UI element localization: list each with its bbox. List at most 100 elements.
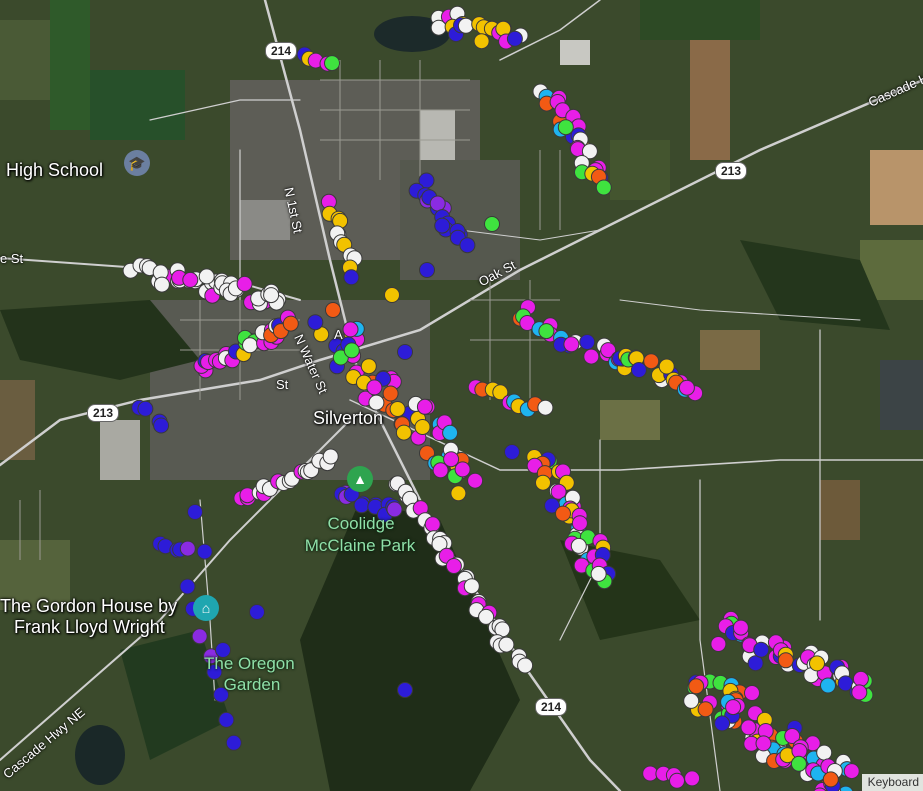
map-marker[interactable] xyxy=(384,287,400,303)
map-marker[interactable] xyxy=(571,515,588,532)
map-marker[interactable] xyxy=(450,485,467,502)
map-marker[interactable] xyxy=(429,195,446,212)
map-marker[interactable] xyxy=(382,385,399,402)
map-marker[interactable] xyxy=(570,537,587,554)
map-marker[interactable] xyxy=(457,17,474,34)
map-marker[interactable] xyxy=(218,711,235,728)
place-label-gordon-house-2: Frank Lloyd Wright xyxy=(14,617,165,637)
map-marker[interactable] xyxy=(557,119,574,136)
tree-icon[interactable]: ▲ xyxy=(347,466,373,492)
map-marker[interactable] xyxy=(198,268,215,285)
map-marker[interactable] xyxy=(454,461,471,478)
map-marker[interactable] xyxy=(360,358,377,375)
map-marker[interactable] xyxy=(342,321,359,338)
map-marker[interactable] xyxy=(506,30,523,47)
map-marker[interactable] xyxy=(397,682,413,698)
map-marker[interactable] xyxy=(579,334,596,350)
map-marker[interactable] xyxy=(459,237,476,254)
map-marker[interactable] xyxy=(322,448,339,465)
map-marker[interactable] xyxy=(416,398,433,415)
map-marker[interactable] xyxy=(249,604,265,620)
map-marker[interactable] xyxy=(732,619,749,636)
map-marker[interactable] xyxy=(714,715,731,732)
map-marker[interactable] xyxy=(583,348,600,365)
map-marker[interactable] xyxy=(445,558,462,574)
map-marker[interactable] xyxy=(307,314,324,331)
map-marker[interactable] xyxy=(747,655,764,672)
map-marker[interactable] xyxy=(822,771,839,788)
map-marker[interactable] xyxy=(820,677,836,694)
map-marker[interactable] xyxy=(463,578,480,595)
museum-icon[interactable]: ⌂ xyxy=(193,595,219,621)
map-marker[interactable] xyxy=(424,516,441,533)
map-marker[interactable] xyxy=(324,55,340,72)
map-marker[interactable] xyxy=(153,276,170,293)
map-marker[interactable] xyxy=(353,497,370,514)
map-marker[interactable] xyxy=(419,262,435,278)
map-marker[interactable] xyxy=(843,763,860,780)
map-marker[interactable] xyxy=(744,685,760,701)
map-marker[interactable] xyxy=(343,269,360,286)
map-marker[interactable] xyxy=(517,657,534,674)
map-marker[interactable] xyxy=(555,505,571,522)
map-marker[interactable] xyxy=(434,217,451,234)
school-icon[interactable]: 🎓 xyxy=(124,150,150,176)
map-marker[interactable] xyxy=(688,678,705,695)
map-attribution[interactable]: Keyboard xyxy=(861,774,923,791)
map-marker[interactable] xyxy=(790,755,807,772)
map-marker[interactable] xyxy=(343,342,360,359)
map-marker[interactable] xyxy=(389,401,406,417)
map-marker[interactable] xyxy=(816,744,833,761)
map-marker[interactable] xyxy=(538,323,555,340)
map-marker[interactable] xyxy=(236,275,253,292)
map-marker[interactable] xyxy=(179,540,196,557)
map-view[interactable]: 🎓 ▲ ⌂ High School Coolidge McClaine Park… xyxy=(0,0,923,791)
map-marker[interactable] xyxy=(282,315,299,332)
map-marker[interactable] xyxy=(242,337,258,354)
map-marker[interactable] xyxy=(182,271,199,288)
map-marker[interactable] xyxy=(851,684,868,701)
map-marker[interactable] xyxy=(153,417,170,434)
map-marker[interactable] xyxy=(852,670,869,687)
map-marker[interactable] xyxy=(395,424,412,441)
map-marker[interactable] xyxy=(777,652,794,669)
map-marker[interactable] xyxy=(225,734,242,751)
map-marker[interactable] xyxy=(397,344,413,360)
map-marker[interactable] xyxy=(809,655,825,672)
map-marker[interactable] xyxy=(263,287,280,304)
map-marker[interactable] xyxy=(697,701,714,718)
map-marker[interactable] xyxy=(187,504,203,520)
map-marker[interactable] xyxy=(725,699,742,716)
map-marker[interactable] xyxy=(683,692,700,709)
map-marker[interactable] xyxy=(643,353,660,370)
map-marker[interactable] xyxy=(537,399,554,416)
shield-214-north: 214 xyxy=(265,42,298,60)
map-marker[interactable] xyxy=(442,424,459,441)
map-marker[interactable] xyxy=(535,474,551,491)
marker-layer xyxy=(122,5,874,791)
map-marker[interactable] xyxy=(684,770,701,787)
map-marker[interactable] xyxy=(753,641,770,658)
map-marker[interactable] xyxy=(196,543,213,560)
map-marker[interactable] xyxy=(473,33,490,50)
map-marker[interactable] xyxy=(484,216,500,232)
map-marker[interactable] xyxy=(137,400,154,417)
map-marker[interactable] xyxy=(414,419,431,435)
map-marker[interactable] xyxy=(504,444,520,460)
map-marker[interactable] xyxy=(325,302,341,318)
map-marker[interactable] xyxy=(563,336,580,353)
map-marker[interactable] xyxy=(740,719,757,736)
map-marker[interactable] xyxy=(755,735,772,752)
map-marker[interactable] xyxy=(678,379,695,396)
map-marker[interactable] xyxy=(498,636,515,653)
map-marker[interactable] xyxy=(191,628,208,645)
place-label-coolidge: Coolidge xyxy=(327,514,395,533)
map-marker[interactable] xyxy=(658,358,675,375)
map-marker[interactable] xyxy=(669,772,685,789)
map-marker[interactable] xyxy=(179,578,196,595)
map-marker[interactable] xyxy=(467,472,484,489)
map-marker[interactable] xyxy=(590,565,607,582)
map-marker[interactable] xyxy=(595,179,612,196)
map-marker[interactable] xyxy=(366,379,383,396)
map-marker[interactable] xyxy=(710,636,727,652)
